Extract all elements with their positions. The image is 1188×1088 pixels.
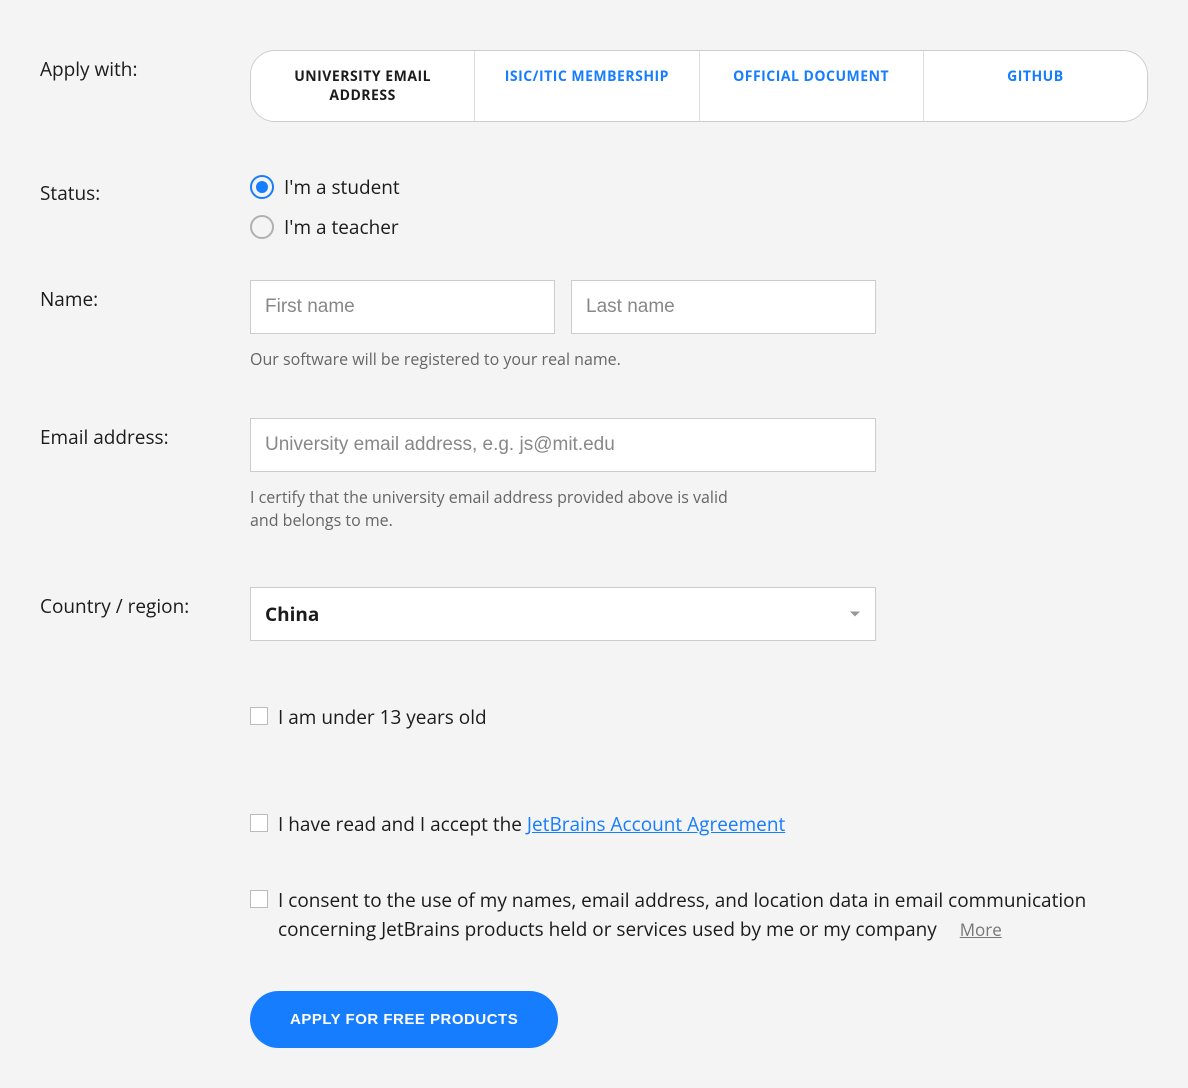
account-agreement-link[interactable]: JetBrains Account Agreement (527, 811, 785, 837)
checkbox-accept-label: I have read and I accept the JetBrains A… (278, 810, 785, 839)
email-helper-text: I certify that the university email addr… (250, 486, 750, 531)
checkbox-consent-label: I consent to the use of my names, email … (278, 886, 1148, 943)
apply-with-tabs: UNIVERSITY EMAIL ADDRESS ISIC/ITIC MEMBE… (250, 50, 1148, 122)
row-email: Email address: I certify that the univer… (40, 418, 1148, 531)
email-field-container: I certify that the university email addr… (250, 418, 1148, 531)
radio-icon (250, 215, 274, 239)
tab-github[interactable]: GITHUB (923, 51, 1147, 121)
apply-with-tabs-container: UNIVERSITY EMAIL ADDRESS ISIC/ITIC MEMBE… (250, 50, 1148, 122)
radio-student[interactable]: I'm a student (250, 174, 1148, 200)
checkbox-under13[interactable]: I am under 13 years old (250, 703, 1148, 732)
row-country: Country / region: China (40, 587, 1148, 641)
row-apply-with: Apply with: UNIVERSITY EMAIL ADDRESS ISI… (40, 50, 1148, 122)
email-field[interactable] (250, 418, 876, 472)
tab-isic-itic[interactable]: ISIC/ITIC MEMBERSHIP (474, 51, 698, 121)
label-email: Email address: (40, 418, 250, 450)
label-status: Status: (40, 174, 250, 206)
checkbox-accept-agreement[interactable]: I have read and I accept the JetBrains A… (250, 810, 1148, 839)
last-name-field[interactable] (571, 280, 876, 334)
radio-teacher-label: I'm a teacher (284, 214, 399, 240)
chevron-down-icon (850, 612, 860, 617)
radio-icon (250, 175, 274, 199)
label-country: Country / region: (40, 587, 250, 619)
label-name: Name: (40, 280, 250, 312)
name-fields-container: Our software will be registered to your … (250, 280, 1148, 370)
row-status: Status: I'm a student I'm a teacher (40, 174, 1148, 240)
row-name: Name: Our software will be registered to… (40, 280, 1148, 370)
row-accept-agreement: I have read and I accept the JetBrains A… (250, 810, 1148, 839)
apply-button[interactable]: APPLY FOR FREE PRODUCTS (250, 991, 558, 1048)
submit-row: APPLY FOR FREE PRODUCTS (250, 991, 1148, 1048)
checkbox-icon (250, 814, 268, 832)
apply-form: Apply with: UNIVERSITY EMAIL ADDRESS ISI… (0, 0, 1188, 1088)
radio-teacher[interactable]: I'm a teacher (250, 214, 1148, 240)
row-under13: I am under 13 years old (250, 703, 1148, 732)
checkbox-under13-label: I am under 13 years old (278, 703, 487, 732)
accept-prefix-text: I have read and I accept the (278, 811, 527, 837)
country-field-container: China (250, 587, 1148, 641)
country-select[interactable]: China (250, 587, 876, 641)
radio-student-label: I'm a student (284, 174, 400, 200)
tab-university-email[interactable]: UNIVERSITY EMAIL ADDRESS (251, 51, 474, 121)
checkbox-consent[interactable]: I consent to the use of my names, email … (250, 886, 1148, 943)
name-inputs (250, 280, 1148, 334)
checkbox-icon (250, 890, 268, 908)
status-radio-group: I'm a student I'm a teacher (250, 174, 1148, 240)
tab-official-document[interactable]: OFFICIAL DOCUMENT (699, 51, 923, 121)
status-radio-group-container: I'm a student I'm a teacher (250, 174, 1148, 240)
label-apply-with: Apply with: (40, 50, 250, 82)
name-helper-text: Our software will be registered to your … (250, 348, 750, 370)
row-consent: I consent to the use of my names, email … (250, 886, 1148, 943)
first-name-field[interactable] (250, 280, 555, 334)
checkbox-icon (250, 707, 268, 725)
country-select-value: China (250, 587, 876, 641)
more-link[interactable]: More (960, 918, 1002, 941)
